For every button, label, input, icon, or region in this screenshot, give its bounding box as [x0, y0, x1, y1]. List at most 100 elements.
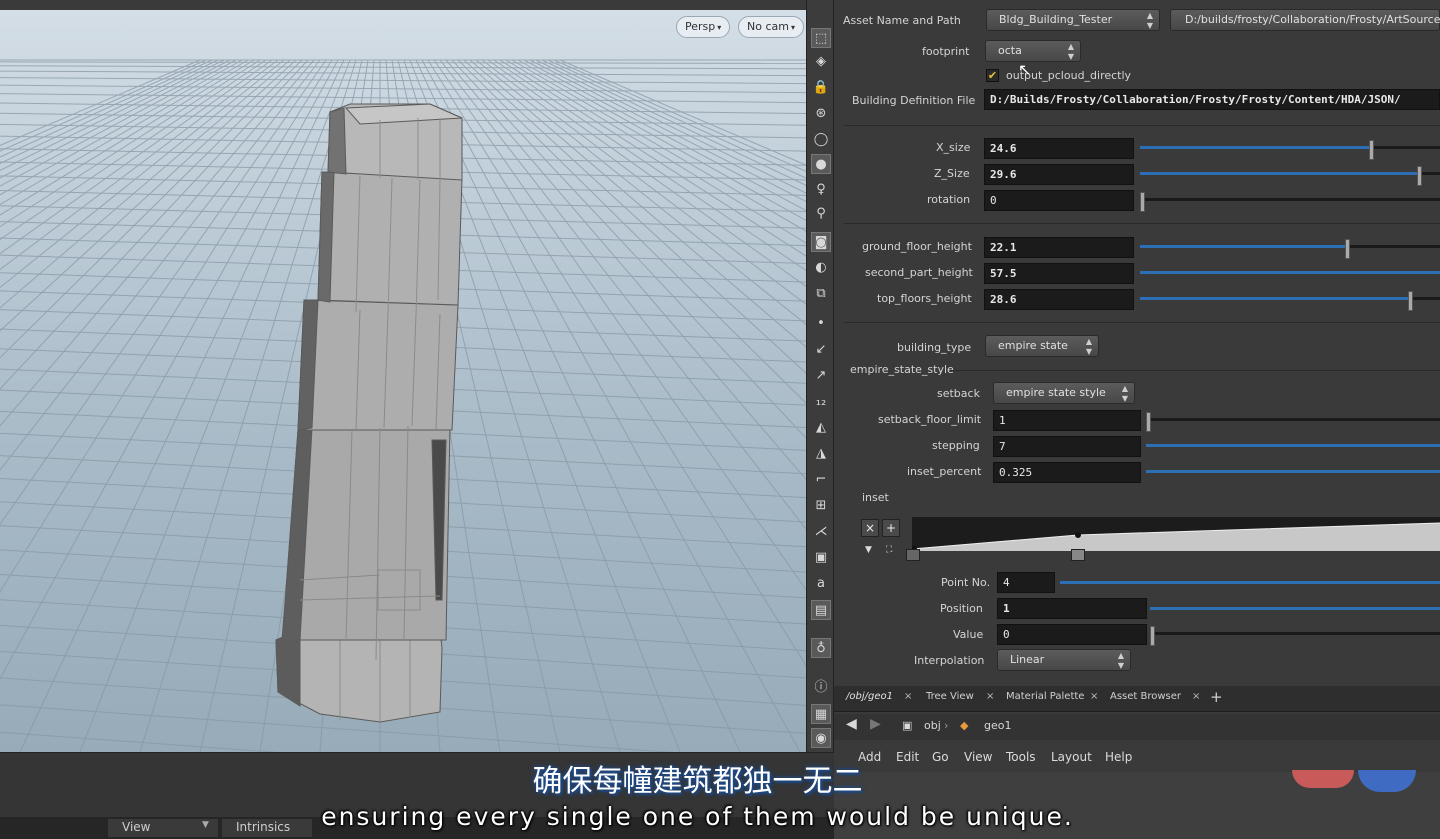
inset-ramp-editor[interactable]: [911, 517, 1440, 552]
camera-light-icon[interactable]: ⚲: [811, 204, 831, 224]
interpolation-value: Linear: [1010, 653, 1045, 666]
light-display-icon[interactable]: ●: [811, 154, 831, 174]
snap-icon[interactable]: ⊛: [811, 104, 831, 124]
rotation-label: rotation: [927, 193, 971, 206]
building-definition-label: Building Definition File: [852, 94, 976, 107]
pin-icon[interactable]: ♁: [811, 638, 831, 658]
close-icon[interactable]: ×: [904, 691, 912, 702]
z-size-field[interactable]: 29.6: [984, 164, 1134, 185]
template-icon[interactable]: ▣: [811, 548, 831, 568]
inset-ramp-label: inset: [862, 491, 889, 504]
lightbulb-icon[interactable]: ♀: [811, 180, 831, 200]
building-type-dropdown[interactable]: empire state ▲ ▼: [985, 335, 1099, 357]
setback-floor-limit-label: setback_floor_limit: [878, 413, 982, 426]
ground-floor-height-field[interactable]: 22.1: [984, 237, 1134, 258]
asset-path-field[interactable]: D:/builds/frosty/Collaboration/Frosty/Ar…: [1170, 9, 1440, 31]
normal-display-icon[interactable]: ↙: [811, 340, 831, 360]
scene-viewport[interactable]: Persp ▾ No cam ▾: [0, 0, 806, 752]
footprint-dropdown[interactable]: octa ▲ ▼: [985, 40, 1081, 62]
primitive-display-icon[interactable]: ◭: [811, 418, 831, 438]
frame-ramp-icon[interactable]: ⛶: [886, 545, 892, 555]
tab-tree-view[interactable]: Tree View: [926, 691, 974, 702]
ground-floor-height-label: ground_floor_height: [862, 240, 972, 253]
setback-floor-limit-field[interactable]: 1: [993, 410, 1141, 431]
transform-tool-icon[interactable]: ◈: [811, 52, 831, 72]
sphere-display-icon[interactable]: ◯: [811, 130, 831, 150]
point-number-slider[interactable]: [1060, 575, 1440, 591]
vector-display-icon[interactable]: ↗: [811, 366, 831, 386]
x-size-field[interactable]: 24.6: [984, 138, 1134, 159]
rotation-field[interactable]: 0: [984, 190, 1134, 211]
point-number-field[interactable]: 4: [997, 572, 1055, 593]
second-part-height-field[interactable]: 57.5: [984, 263, 1134, 284]
stepping-slider[interactable]: [1146, 438, 1440, 454]
setback-dropdown[interactable]: empire state style ▲ ▼: [993, 382, 1135, 404]
interpolation-dropdown[interactable]: Linear ▲ ▼: [997, 649, 1131, 671]
setback-floor-limit-slider[interactable]: [1146, 412, 1440, 432]
guide-icon[interactable]: ⋌: [811, 522, 831, 542]
subtitle-chinese: 确保每幢建筑都独一无二: [532, 764, 863, 799]
position-slider[interactable]: [1150, 601, 1440, 617]
top-floors-height-field[interactable]: 28.6: [984, 289, 1134, 310]
collapse-triangle-icon[interactable]: ▼: [865, 545, 872, 555]
point-number-icon[interactable]: ₁₂: [811, 392, 831, 412]
close-icon[interactable]: ×: [1090, 691, 1098, 702]
forward-arrow-icon[interactable]: ▶: [870, 716, 881, 732]
lock-icon[interactable]: 🔒: [811, 78, 831, 98]
perspective-menu-button[interactable]: Persp ▾: [676, 16, 731, 38]
position-field[interactable]: 1: [997, 598, 1147, 619]
x-size-slider[interactable]: [1140, 140, 1440, 160]
inset-percent-slider[interactable]: [1146, 464, 1440, 480]
ramp-curve: [911, 522, 1440, 552]
path-geo1[interactable]: geo1: [984, 719, 1011, 732]
close-icon[interactable]: ×: [1192, 691, 1200, 702]
geometry-display-icon[interactable]: ⧉: [811, 284, 831, 304]
ground-floor-height-slider[interactable]: [1140, 239, 1440, 259]
second-part-height-slider[interactable]: [1140, 265, 1440, 281]
ground-grid: [0, 59, 806, 752]
select-tool-icon[interactable]: ⬚: [811, 28, 831, 48]
shading-mode-icon[interactable]: ◙: [811, 232, 831, 252]
building-model: [275, 103, 463, 723]
top-floors-height-slider[interactable]: [1140, 291, 1440, 311]
camera-menu-button[interactable]: No cam ▾: [738, 16, 804, 38]
z-size-slider[interactable]: [1140, 166, 1440, 186]
footprint-label: footprint: [922, 45, 970, 58]
building-definition-field[interactable]: D:/Builds/Frosty/Collaboration/Frosty/Fr…: [984, 89, 1440, 110]
point-display-icon[interactable]: •: [811, 314, 831, 334]
value-field[interactable]: 0: [997, 624, 1147, 645]
chevron-down-icon: ▾: [717, 23, 722, 32]
rotation-slider[interactable]: [1140, 192, 1440, 212]
grid-layout-icon[interactable]: ▦: [811, 704, 831, 724]
up-down-arrows-icon: ▲ ▼: [1146, 11, 1153, 30]
primitive-normal-icon[interactable]: ◮: [811, 444, 831, 464]
mouse-cursor-icon: ↖: [1018, 60, 1032, 79]
text-display-icon[interactable]: a: [811, 574, 831, 594]
add-tab-button[interactable]: +: [1210, 688, 1223, 706]
ramp-key-marker[interactable]: [906, 549, 920, 561]
back-arrow-icon[interactable]: ◀: [846, 716, 857, 732]
uv-display-icon[interactable]: ⌐: [811, 470, 831, 490]
inset-percent-field[interactable]: 0.325: [993, 462, 1141, 483]
position-label: Position: [940, 602, 983, 615]
asset-name-dropdown[interactable]: Bldg_Building_Tester ▲ ▼: [986, 9, 1160, 31]
up-down-arrows-icon: ▲ ▼: [1067, 42, 1074, 61]
wireframe-icon[interactable]: ⊞: [811, 496, 831, 516]
close-icon[interactable]: ×: [986, 691, 994, 702]
stepping-field[interactable]: 7: [993, 436, 1141, 457]
add-point-icon[interactable]: +: [882, 519, 900, 537]
value-slider[interactable]: [1150, 626, 1440, 646]
visibility-icon[interactable]: ◐: [811, 258, 831, 278]
ramp-key-marker[interactable]: [1071, 549, 1085, 561]
remove-point-icon[interactable]: ×: [861, 519, 879, 537]
tab-obj-geo1[interactable]: /obj/geo1: [846, 691, 893, 702]
eye-icon[interactable]: ◉: [811, 728, 831, 748]
setback-label: setback: [937, 387, 980, 400]
tab-material-palette[interactable]: Material Palette: [1006, 691, 1084, 702]
up-down-arrows-icon: ▲ ▼: [1121, 384, 1128, 403]
tab-asset-browser[interactable]: Asset Browser: [1110, 691, 1181, 702]
output-pcloud-checkbox[interactable]: ✔: [986, 69, 999, 82]
background-image-icon[interactable]: ▤: [811, 600, 831, 620]
info-icon[interactable]: ⓘ: [811, 678, 831, 698]
path-obj[interactable]: obj: [924, 719, 941, 732]
